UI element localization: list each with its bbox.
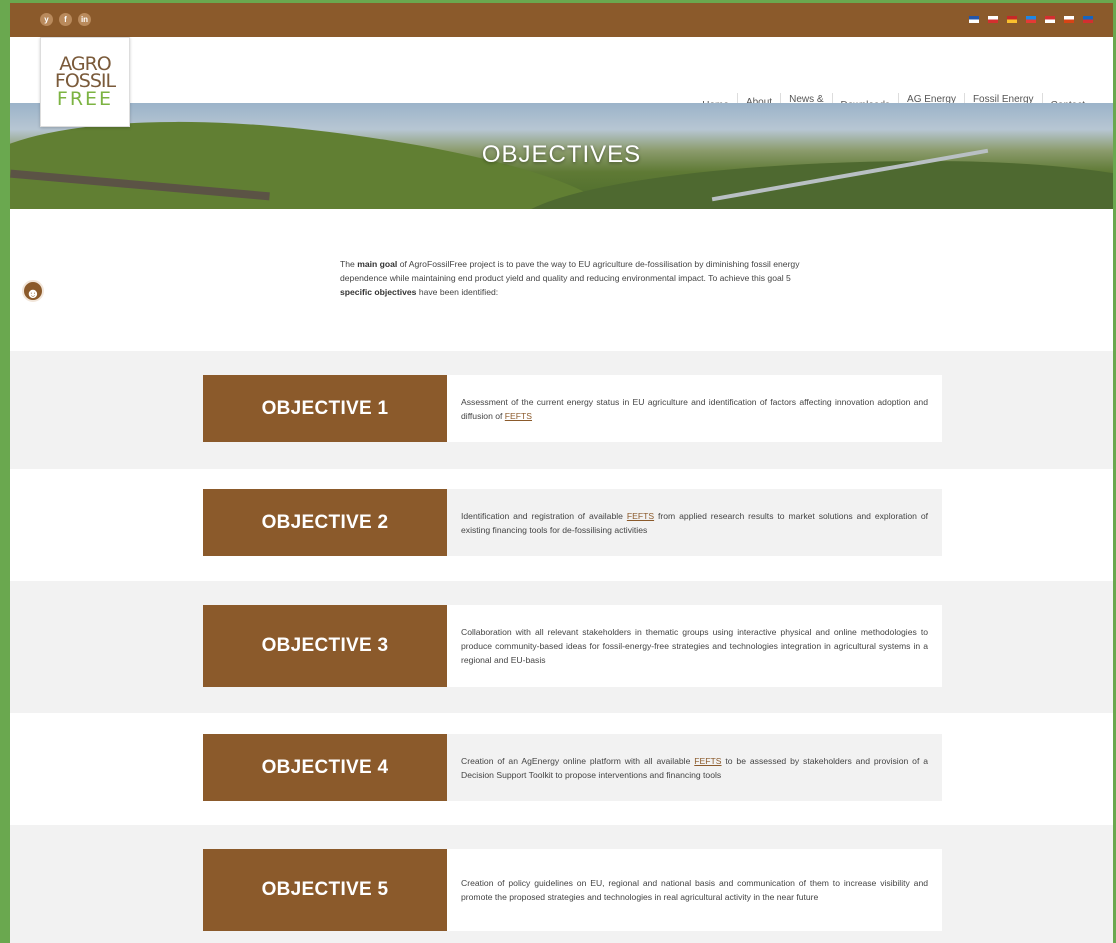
- language-flag-icon[interactable]: [1026, 16, 1036, 23]
- objective-text-pre: Creation of policy guidelines on EU, reg…: [461, 878, 928, 902]
- objective-card-4: OBJECTIVE 4 Creation of an AgEnergy onlin…: [203, 734, 942, 801]
- language-flag-icon[interactable]: [1083, 16, 1093, 23]
- fefts-link[interactable]: FEFTS: [505, 411, 532, 421]
- page-title: OBJECTIVES: [481, 141, 642, 168]
- linkedin-icon[interactable]: in: [78, 13, 91, 26]
- objective-description: Identification and registration of avail…: [447, 489, 942, 556]
- objective-description-text: Collaboration with all relevant stakehol…: [461, 625, 928, 667]
- language-flag-icon[interactable]: [1045, 16, 1055, 23]
- language-flag-icon[interactable]: [988, 16, 998, 23]
- social-links: y f in: [40, 13, 91, 26]
- objective-description-text: Assessment of the current energy status …: [461, 395, 928, 423]
- site-header: HomeAboutNews & EventsDownloadsAG Energy…: [10, 37, 1113, 117]
- logo-line-free: FREE: [56, 88, 114, 110]
- intro-bold-specific-objectives: specific objectives: [340, 287, 417, 297]
- objective-card-1: OBJECTIVE 1 Assessment of the current ene…: [203, 375, 942, 442]
- intro-bold-main-goal: main goal: [357, 259, 398, 269]
- objective-description: Collaboration with all relevant stakehol…: [447, 605, 942, 687]
- objective-description-text: Creation of an AgEnergy online platform …: [461, 754, 928, 782]
- facebook-icon[interactable]: f: [59, 13, 72, 26]
- intro-paragraph: The main goal of AgroFossilFree project …: [340, 257, 810, 299]
- objective-description-text: Identification and registration of avail…: [461, 509, 928, 537]
- hero-banner: OBJECTIVES: [10, 103, 1113, 209]
- objective-card-3: OBJECTIVE 3 Collaboration with all releva…: [203, 605, 942, 687]
- objective-description-text: Creation of policy guidelines on EU, reg…: [461, 876, 928, 904]
- language-flag-icon[interactable]: [969, 16, 979, 23]
- top-bar: y f in: [10, 3, 1113, 37]
- language-flags: [969, 16, 1093, 23]
- intro-text-2: of AgroFossilFree project is to pave the…: [340, 259, 800, 283]
- objective-text-pre: Collaboration with all relevant stakehol…: [461, 627, 928, 665]
- site-logo[interactable]: AGRO FOSSIL FREE: [40, 37, 130, 127]
- objective-label: OBJECTIVE 3: [203, 605, 447, 687]
- intro-text-3: have been identified:: [416, 287, 499, 297]
- objective-description: Creation of policy guidelines on EU, reg…: [447, 849, 942, 931]
- objective-label: OBJECTIVE 5: [203, 849, 447, 931]
- language-flag-icon[interactable]: [1064, 16, 1074, 23]
- language-flag-icon[interactable]: [1007, 16, 1017, 23]
- fefts-link[interactable]: FEFTS: [627, 511, 654, 521]
- objective-label: OBJECTIVE 4: [203, 734, 447, 801]
- intro-text-1: The: [340, 259, 358, 269]
- page-frame: y f in HomeAboutNews & EventsDownloadsAG…: [0, 0, 1116, 943]
- twitter-icon[interactable]: y: [40, 13, 53, 26]
- objective-text-pre: Creation of an AgEnergy online platform …: [461, 755, 695, 766]
- objective-card-2: OBJECTIVE 2 Identification and registrati…: [203, 489, 942, 556]
- objective-label: OBJECTIVE 1: [203, 375, 447, 442]
- fefts-link[interactable]: FEFTS: [694, 756, 721, 766]
- objective-label: OBJECTIVE 2: [203, 489, 447, 556]
- objective-text-pre: Identification and registration of avail…: [461, 510, 627, 521]
- objective-description: Assessment of the current energy status …: [447, 375, 942, 442]
- objective-card-5: OBJECTIVE 5 Creation of policy guidelines…: [203, 849, 942, 931]
- accessibility-icon[interactable]: ☻: [22, 280, 44, 302]
- objective-description: Creation of an AgEnergy online platform …: [447, 734, 942, 801]
